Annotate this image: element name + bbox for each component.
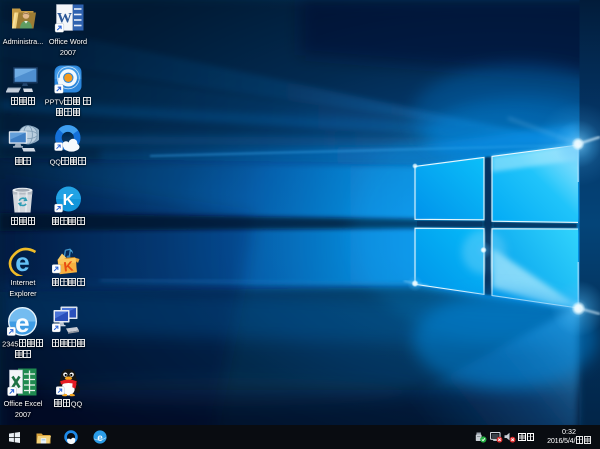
- svg-text:K: K: [63, 192, 75, 209]
- svg-text:e: e: [97, 433, 103, 444]
- svg-text:e: e: [15, 308, 29, 338]
